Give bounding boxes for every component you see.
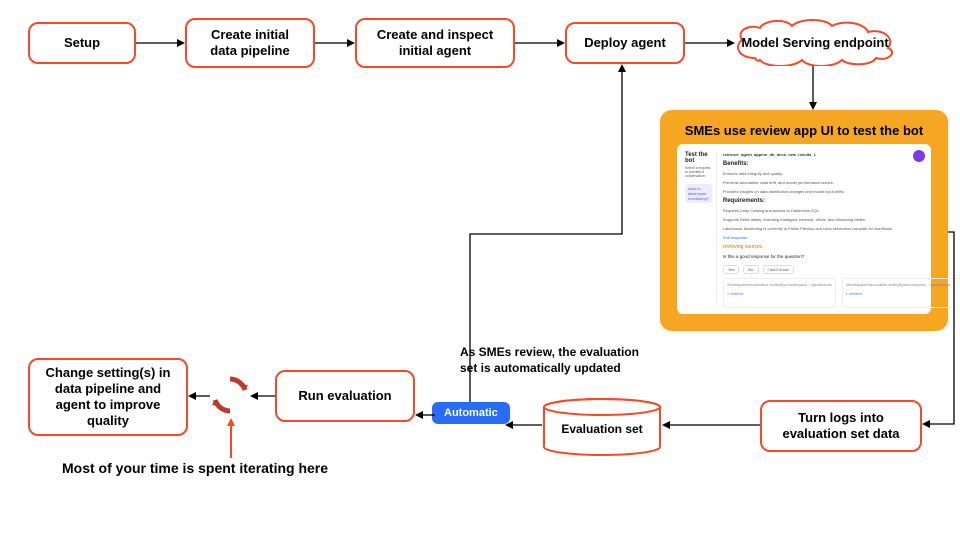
arrow-caption-to-cycle <box>226 418 236 458</box>
vote-yes: Yes <box>723 265 740 274</box>
label: Change setting(s) in data pipeline and a… <box>40 365 176 430</box>
node-deploy: Deploy agent <box>565 22 685 64</box>
panel-title: SMEs use review app UI to test the bot <box>677 123 931 138</box>
sme-panel: SMEs use review app UI to test the bot T… <box>660 110 948 331</box>
label: Create and inspect initial agent <box>367 27 503 60</box>
cycle-icon <box>210 375 250 415</box>
arrow-pipeline-agent <box>315 38 355 48</box>
label: Create initial data pipeline <box>197 27 303 60</box>
arrow-agent-deploy <box>515 38 565 48</box>
mock-b2: Prevents anomalies, data drift, and mode… <box>723 180 960 185</box>
node-create-pipeline: Create initial data pipeline <box>185 18 315 68</box>
arrow-runeval-deploy <box>440 64 630 404</box>
mock-req-h: Requirements: <box>723 198 960 204</box>
automatic-badge: Automatic <box>432 402 510 424</box>
arrow-panel-logs <box>918 232 958 432</box>
arrow-runeval-cycle <box>250 391 275 401</box>
review-app-mock: Test the bot Select a request to preview… <box>677 144 931 314</box>
label: Model Serving endpoint <box>741 35 888 50</box>
iterate-caption: Most of your time is spent iterating her… <box>62 460 328 476</box>
arrow-evalset-automatic <box>505 420 542 430</box>
mock-card: /Workspace/repos/alice.smith@yourcompany… <box>723 278 836 308</box>
node-setup: Setup <box>28 22 136 64</box>
node-turn-logs: Turn logs into evaluation set data <box>760 400 922 452</box>
node-create-agent: Create and inspect initial agent <box>355 18 515 68</box>
node-model-serving: Model Serving endpoint <box>730 18 900 66</box>
mock-benefits-h: Benefits: <box>723 161 960 167</box>
node-run-eval: Run evaluation <box>275 370 415 422</box>
arrow-automatic-runeval <box>415 408 435 422</box>
label: Deploy agent <box>584 35 666 51</box>
arrow-setup-pipeline <box>136 38 185 48</box>
mock-r1: Requires Unity Catalog and access to Dat… <box>723 208 960 213</box>
mock-sidebar: Test the bot Select a request to preview… <box>685 152 717 306</box>
arrow-deploy-serving <box>685 38 735 48</box>
arrow-serving-panel <box>808 66 818 110</box>
node-evaluation-set: Evaluation set <box>542 398 662 456</box>
mock-side-sub: Select a request to preview a conversati… <box>685 166 712 178</box>
mock-b1: Ensures data integrity and quality. <box>723 171 960 176</box>
node-change-settings: Change setting(s) in data pipeline and a… <box>28 358 188 436</box>
mock-side-btn: what is lakehouse monitoring? <box>685 184 712 203</box>
vote-idk: I don't know <box>763 265 794 274</box>
avatar-icon <box>913 150 925 162</box>
label: Turn logs into evaluation set data <box>772 410 910 443</box>
label: Evaluation set <box>561 422 642 436</box>
label: Setup <box>64 35 100 51</box>
label: Run evaluation <box>298 388 391 404</box>
label: Automatic <box>444 407 498 419</box>
mock-r2: Supports Delta tables, including managed… <box>723 217 960 222</box>
mock-b3: Provides insights on data distribution c… <box>723 189 960 194</box>
mock-foot: Lakehouse Monitoring is currently in Pub… <box>723 226 960 231</box>
arrow-logs-evalset <box>662 420 760 430</box>
arrow-cycle-change <box>188 391 210 401</box>
mock-side-title: Test the bot <box>685 152 712 164</box>
vote-no: No <box>743 265 758 274</box>
